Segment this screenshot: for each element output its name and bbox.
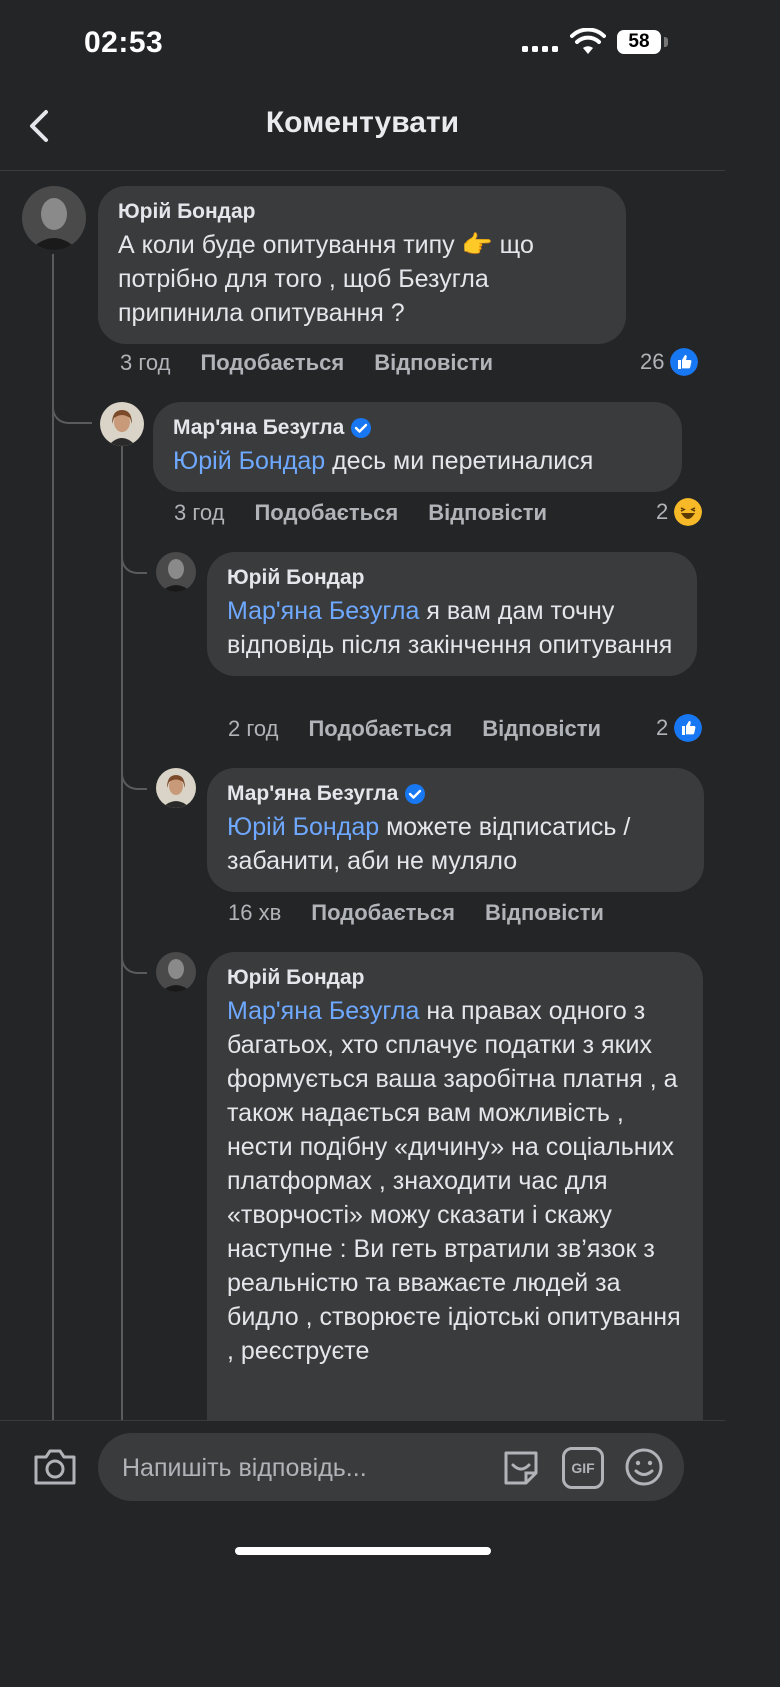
avatar[interactable] xyxy=(100,402,144,446)
thread-connector xyxy=(52,380,92,424)
reply-composer: GIF xyxy=(0,1420,725,1569)
mention-link[interactable]: Юрій Бондар xyxy=(227,813,379,841)
reaction-count[interactable]: 2 xyxy=(656,714,703,742)
status-time: 02:53 xyxy=(84,26,164,59)
like-button[interactable]: Подобається xyxy=(200,350,344,376)
comment-meta: 3 год Подобається Відповісти xyxy=(120,350,493,376)
comment-text: А коли буде опитування типу 👉 що потрібн… xyxy=(118,231,534,327)
haha-icon xyxy=(674,498,703,526)
comment-time: 3 год xyxy=(120,350,171,375)
gif-button[interactable]: GIF xyxy=(562,1447,604,1489)
comment-text: Мар'яна Безугла на правах одного з багат… xyxy=(227,997,681,1365)
page-title: Коментувати xyxy=(265,106,460,139)
comment-text: Юрій Бондар можете відписатись / забанит… xyxy=(227,813,631,875)
wifi-icon xyxy=(570,28,606,54)
emoji-icon[interactable] xyxy=(624,1447,664,1487)
like-button[interactable]: Подобається xyxy=(254,500,398,526)
status-bar: 02:53 58 xyxy=(0,0,725,86)
comment-time: 16 хв xyxy=(228,900,282,925)
comment-bubble: Юрій Бондар А коли буде опитування типу … xyxy=(98,186,626,344)
thread-connector xyxy=(121,530,147,574)
like-icon xyxy=(670,348,699,376)
avatar[interactable] xyxy=(22,186,86,250)
avatar[interactable] xyxy=(156,952,196,992)
mention-link[interactable]: Мар'яна Безугла xyxy=(227,997,419,1025)
comment-time: 3 год xyxy=(174,500,225,525)
battery-tip xyxy=(664,37,668,47)
like-icon xyxy=(674,714,703,742)
header: Коментувати xyxy=(0,86,725,171)
like-button[interactable]: Подобається xyxy=(308,716,452,742)
reply-button[interactable]: Відповісти xyxy=(428,500,547,526)
comment-meta: 2 год Подобається Відповісти xyxy=(228,716,601,742)
comment-bubble: Юрій Бондар Мар'яна Безугла на правах од… xyxy=(207,952,703,1472)
verified-badge-icon xyxy=(405,784,426,804)
avatar[interactable] xyxy=(156,552,196,592)
comment-author[interactable]: Мар'яна Безугла xyxy=(173,414,344,442)
comment-bubble: Мар'яна Безугла Юрій Бондар можете відпи… xyxy=(207,768,704,892)
cellular-signal-icon xyxy=(522,38,560,52)
comment-author[interactable]: Мар'яна Безугла xyxy=(227,780,398,808)
comment-author[interactable]: Юрій Бондар xyxy=(118,198,256,226)
sticker-icon[interactable] xyxy=(500,1447,542,1489)
reply-input[interactable] xyxy=(120,1433,484,1503)
comment-meta: 3 год Подобається Відповісти xyxy=(174,500,547,526)
reply-input-pill: GIF xyxy=(98,1433,684,1503)
mention-link[interactable]: Мар'яна Безугла xyxy=(227,597,419,625)
comment-time: 2 год xyxy=(228,716,279,741)
like-button[interactable]: Подобається xyxy=(311,900,455,926)
comment-text: Юрій Бондар десь ми перетиналися xyxy=(173,447,594,475)
battery-icon: 58 xyxy=(617,30,661,54)
reaction-count[interactable]: 26 xyxy=(640,348,699,376)
comment-author[interactable]: Юрій Бондар xyxy=(227,564,365,592)
comment-bubble: Мар'яна Безугла Юрій Бондар десь ми пере… xyxy=(153,402,682,492)
reply-button[interactable]: Відповісти xyxy=(485,900,604,926)
home-indicator xyxy=(235,1547,491,1555)
thread-connector xyxy=(121,930,147,974)
camera-icon[interactable] xyxy=(32,1447,78,1487)
comment-meta: 16 хв Подобається Відповісти xyxy=(228,900,604,926)
mention-link[interactable]: Юрій Бондар xyxy=(173,447,325,475)
reply-button[interactable]: Відповісти xyxy=(374,350,493,376)
avatar[interactable] xyxy=(156,768,196,808)
comment-text: Мар'яна Безугла я вам дам точну відповід… xyxy=(227,597,673,659)
comment-author[interactable]: Юрій Бондар xyxy=(227,964,365,992)
reply-button[interactable]: Відповісти xyxy=(482,716,601,742)
comment-bubble: Юрій Бондар Мар'яна Безугла я вам дам то… xyxy=(207,552,697,676)
thread-connector xyxy=(121,746,147,790)
reaction-count[interactable]: 2 xyxy=(656,498,703,526)
verified-badge-icon xyxy=(351,418,372,438)
thread-line xyxy=(52,254,54,1424)
